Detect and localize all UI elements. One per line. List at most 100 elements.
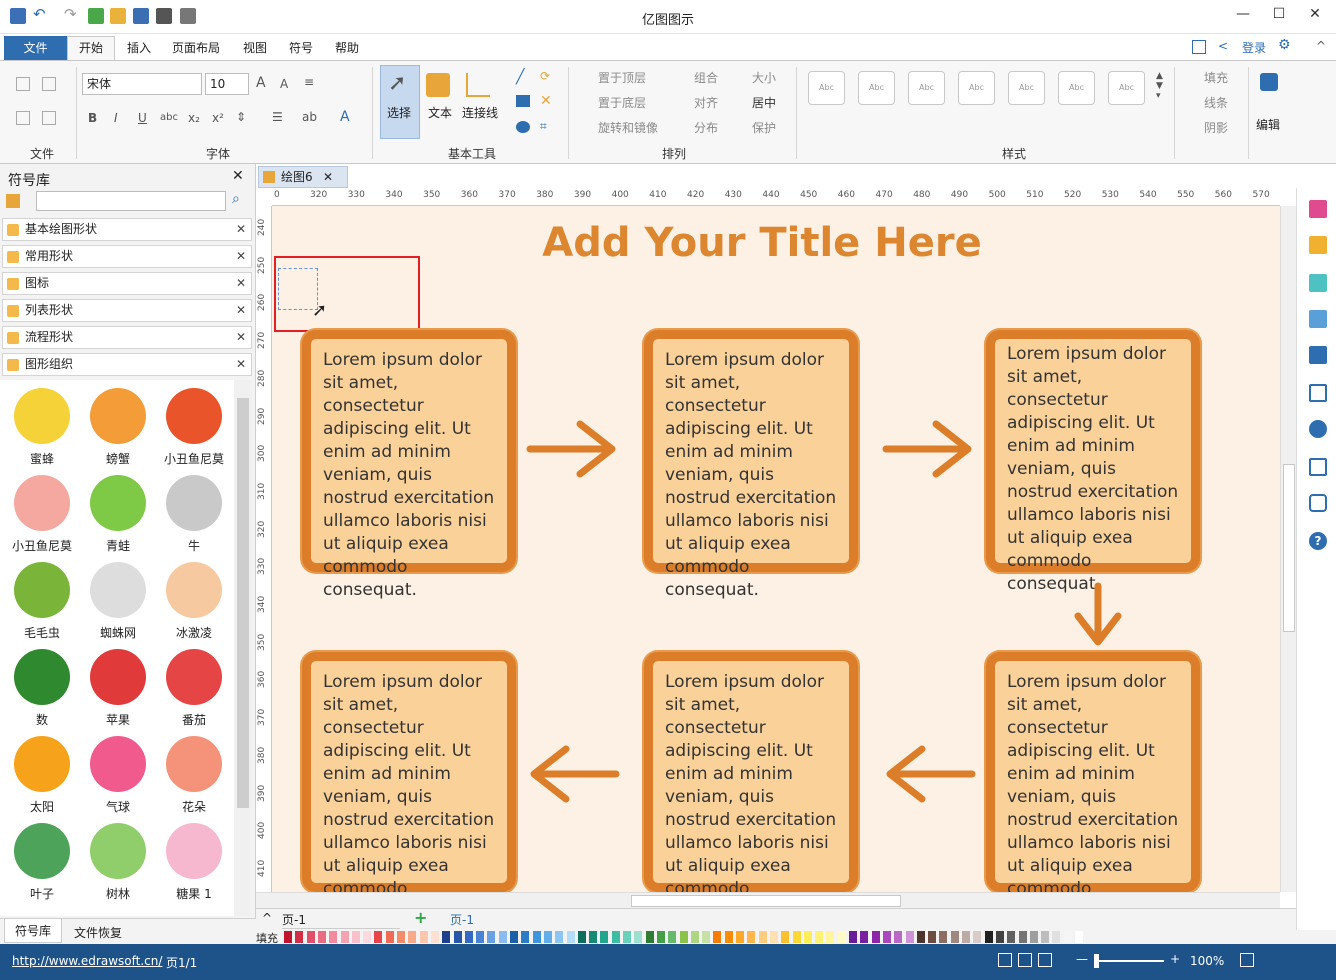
symbol-item[interactable]: 树林 [80, 823, 156, 902]
zoom-level[interactable]: 100% [1190, 954, 1224, 968]
symbol-item[interactable]: 小丑鱼尼莫 [4, 475, 80, 554]
symbol-item[interactable]: 苹果 [80, 649, 156, 728]
close-icon[interactable]: ✕ [236, 354, 246, 375]
color-swatch[interactable] [973, 931, 982, 943]
color-swatch[interactable] [1029, 931, 1038, 943]
image-icon[interactable] [1309, 310, 1327, 328]
symbol-item[interactable]: 花朵 [156, 736, 232, 815]
symbol-scrollbar[interactable] [234, 380, 252, 916]
symbol-item[interactable]: 气球 [80, 736, 156, 815]
text-tool-icon[interactable] [426, 73, 450, 97]
format-painter-icon[interactable] [42, 77, 56, 91]
close-icon[interactable]: ✕ [323, 167, 333, 187]
presentation-icon[interactable] [1038, 953, 1052, 967]
scroll-thumb[interactable] [237, 398, 249, 808]
tab-file-recovery[interactable]: 文件恢复 [74, 924, 122, 941]
color-swatch[interactable] [1041, 931, 1050, 943]
color-swatch[interactable] [397, 931, 405, 943]
color-swatch[interactable] [284, 931, 292, 943]
color-swatch[interactable] [498, 931, 507, 943]
color-swatch[interactable] [340, 931, 349, 943]
minimize-button[interactable]: — [1228, 6, 1258, 26]
copy-icon[interactable] [16, 111, 30, 125]
color-swatch[interactable] [916, 931, 925, 943]
library-list[interactable]: 列表形状 ✕ [2, 299, 252, 322]
zoom-in-icon[interactable]: + [1170, 952, 1180, 966]
symbol-item[interactable]: 数 [4, 649, 80, 728]
tab-insert[interactable]: 插入 [127, 39, 151, 56]
ellipse-tool-icon[interactable] [516, 121, 530, 133]
line-style-icon[interactable] [1309, 236, 1327, 254]
send-to-back-button[interactable]: 置于底层 [598, 94, 646, 111]
color-swatch[interactable] [566, 931, 575, 943]
symbol-item[interactable]: 叶子 [4, 823, 80, 902]
color-swatch[interactable] [939, 931, 948, 943]
color-swatch[interactable] [577, 931, 586, 943]
color-swatch[interactable] [995, 931, 1004, 943]
tab-view[interactable]: 视图 [243, 39, 267, 56]
fit-width-icon[interactable] [1018, 953, 1032, 967]
layers-icon[interactable] [1309, 346, 1327, 364]
share-board-icon[interactable] [1192, 40, 1206, 54]
center-button[interactable]: 居中 [752, 94, 776, 111]
help-icon[interactable]: ? [1309, 532, 1327, 550]
bullet-list-icon[interactable]: ☰ [272, 110, 283, 124]
tab-symbol-library[interactable]: 符号库 [4, 919, 62, 943]
color-swatch[interactable] [1063, 931, 1072, 943]
attachment-icon[interactable] [1309, 458, 1327, 476]
group-button[interactable]: 组合 [694, 69, 718, 86]
strikethrough-icon[interactable]: abc [160, 112, 178, 123]
underline-icon[interactable]: U [138, 111, 147, 125]
color-swatch[interactable] [702, 931, 711, 943]
symbol-item[interactable]: 小丑鱼尼莫 [156, 388, 232, 467]
shrink-font-icon[interactable]: A [280, 77, 288, 91]
crop-tool-icon[interactable]: ⌗ [540, 119, 547, 134]
website-link[interactable]: http://www.edrawsoft.cn/ [12, 954, 162, 968]
scroll-thumb[interactable] [1283, 464, 1295, 632]
tab-help[interactable]: 帮助 [335, 39, 359, 56]
zoom-slider[interactable] [1094, 960, 1164, 962]
shape-fill-icon[interactable] [1309, 274, 1327, 292]
color-swatch[interactable] [905, 931, 914, 943]
symbol-item[interactable]: 番茄 [156, 649, 232, 728]
color-swatch[interactable] [713, 931, 722, 943]
color-swatch[interactable] [430, 931, 439, 943]
style-preset-6[interactable]: Abc [1058, 71, 1095, 105]
edit-button[interactable]: 编辑 [1256, 116, 1280, 133]
library-menu-icon[interactable] [6, 194, 20, 208]
style-preset-7[interactable]: Abc [1108, 71, 1145, 105]
color-swatch[interactable] [928, 931, 937, 943]
color-swatch[interactable] [464, 931, 473, 943]
color-swatch[interactable] [1075, 931, 1083, 943]
symbol-item[interactable]: 螃蟹 [80, 388, 156, 467]
close-icon[interactable]: ✕ [236, 246, 246, 267]
font-size-select[interactable]: 10 [205, 73, 249, 95]
panel-close-icon[interactable]: ✕ [232, 168, 244, 184]
paste-icon[interactable] [42, 111, 56, 125]
paint-bucket-icon[interactable] [1309, 200, 1327, 218]
color-swatch[interactable] [950, 931, 959, 943]
page-tab[interactable]: 页-1 [450, 911, 474, 928]
color-swatch[interactable] [634, 931, 643, 943]
size-button[interactable]: 大小 [752, 69, 776, 86]
color-swatch[interactable] [442, 931, 451, 943]
color-swatch[interactable] [690, 931, 699, 943]
grow-font-icon[interactable]: A [256, 75, 266, 91]
maximize-button[interactable]: ☐ [1264, 6, 1294, 26]
color-swatch[interactable] [1007, 931, 1016, 943]
color-swatch[interactable] [351, 931, 360, 943]
login-link[interactable]: 登录 [1242, 39, 1266, 56]
symbol-item[interactable]: 蜘蛛网 [80, 562, 156, 641]
color-swatch[interactable] [747, 931, 756, 943]
horizontal-scrollbar[interactable] [256, 892, 1280, 908]
library-flow[interactable]: 流程形状 ✕ [2, 326, 252, 349]
tab-home[interactable]: 开始 [67, 36, 115, 60]
normal-view-icon[interactable] [998, 953, 1012, 967]
library-common[interactable]: 常用形状 ✕ [2, 245, 252, 268]
text-highlight-icon[interactable]: ab [302, 110, 317, 124]
color-swatch[interactable] [803, 931, 812, 943]
library-graphic-org[interactable]: 图形组织 ✕ [2, 353, 252, 376]
color-swatch[interactable] [487, 931, 496, 943]
settings-icon[interactable]: ⚙ [1278, 37, 1291, 53]
ribbon-collapse-icon[interactable]: ^ [1316, 39, 1326, 53]
